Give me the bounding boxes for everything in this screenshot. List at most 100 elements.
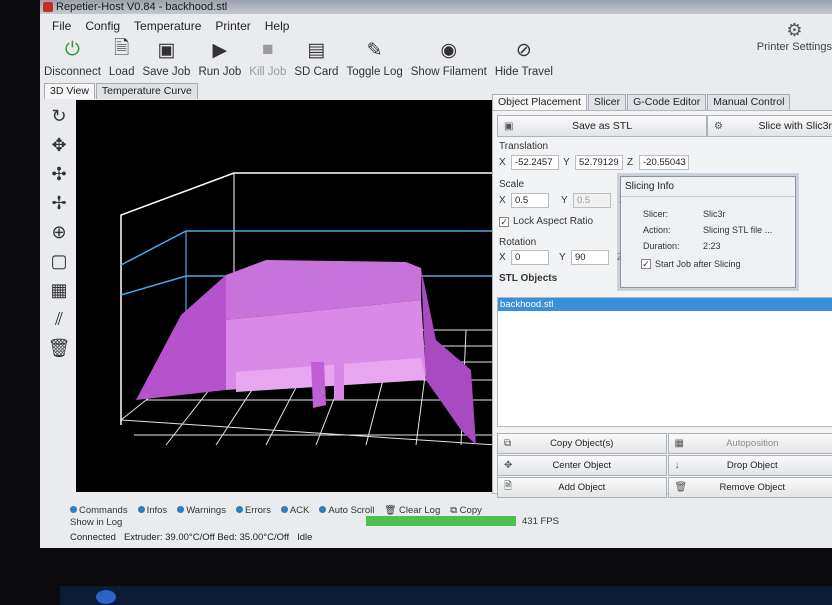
job-status: Idle — [297, 531, 313, 543]
tab-slicer[interactable]: Slicer — [587, 94, 627, 110]
rotation-label: Rotation — [499, 237, 537, 248]
sd-card-button[interactable]: ▤ SD Card — [294, 38, 338, 84]
stl-objects-list[interactable]: backhood.stl — [497, 297, 832, 427]
power-icon: ⏻ — [64, 39, 80, 60]
menu-temperature[interactable]: Temperature — [134, 16, 201, 36]
move-view-icon[interactable]: ✥ — [46, 132, 72, 158]
duration-value: 2:23 — [703, 241, 721, 251]
save-icon: ▣ — [504, 120, 514, 132]
toggle-log-button[interactable]: ✎ Toggle Log — [346, 38, 402, 84]
menu-printer[interactable]: Printer — [215, 16, 250, 36]
backhood-model — [136, 260, 476, 445]
fit-view-icon[interactable]: ▢ — [46, 248, 72, 274]
lock-aspect-label: Lock Aspect Ratio — [513, 216, 594, 227]
lock-aspect-checkbox[interactable]: ✓ — [499, 217, 509, 227]
start-button-icon[interactable] — [96, 590, 116, 604]
filter-auto-scroll[interactable]: Auto Scroll — [319, 505, 374, 516]
translation-z-field[interactable]: -20.55043 — [639, 155, 689, 170]
show-filament-button[interactable]: ◉ Show Filament — [411, 38, 487, 84]
hide-travel-button[interactable]: ⊘ Hide Travel — [495, 38, 553, 84]
toolbar: ⏻ Disconnect 🗎 Load ▣ Save Job ▶ Run Job… — [40, 38, 832, 84]
translation-x-field[interactable]: -52.2457 — [511, 155, 559, 170]
rotate-view-icon[interactable]: ✣ — [46, 161, 72, 187]
scale-y-field[interactable]: 0.5 — [573, 193, 611, 208]
menu-config[interactable]: Config — [85, 16, 120, 36]
app-icon — [43, 2, 53, 12]
scale-x-field[interactable]: 0.5 — [511, 193, 549, 208]
os-taskbar — [60, 586, 832, 605]
reset-view-icon[interactable]: ↻ — [46, 103, 72, 129]
radio-icon — [70, 506, 77, 514]
copy-log-button[interactable]: ⧉ Copy — [450, 505, 482, 516]
object-placement-panel: ▣ Save as STL ⚙ Slice with Slic3r Transl… — [492, 110, 832, 498]
radio-icon — [235, 506, 243, 514]
add-object-button[interactable]: 🗎 Add Object — [497, 477, 667, 498]
add-file-icon: 🗎 — [504, 481, 513, 492]
load-button[interactable]: 🗎 Load — [109, 38, 135, 84]
tab-gcode-editor[interactable]: G-Code Editor — [627, 94, 707, 110]
filter-ack[interactable]: ACK — [280, 505, 309, 516]
gear-icon: ⚙ — [786, 20, 803, 40]
log-filter-bar: Commands Infos Warnings Errors ACK Auto … — [40, 504, 832, 516]
copy-objects-button[interactable]: ⧉ Copy Object(s) — [497, 433, 667, 454]
tab-object-placement[interactable]: Object Placement — [492, 94, 587, 110]
play-icon: ▶ — [212, 39, 228, 61]
view-tabs: 3D View Temperature Curve — [44, 83, 199, 99]
duration-label: Duration: — [643, 241, 680, 251]
stl-objects-label: STL Objects — [499, 273, 558, 284]
tab-manual-control[interactable]: Manual Control — [707, 94, 791, 110]
rotation-y-field[interactable]: 90 — [571, 250, 609, 265]
radio-icon — [319, 506, 327, 514]
radio-icon — [137, 506, 145, 514]
slicing-info-title: Slicing Info — [621, 177, 795, 197]
copy-icon: ⧉ — [450, 504, 460, 516]
start-after-slicing-label: Start Job after Slicing — [655, 259, 741, 269]
rotation-x-field[interactable]: 0 — [511, 250, 549, 265]
status-bar: Connected Extruder: 39.00°C/Off Bed: 35.… — [70, 530, 312, 544]
sdcard-icon: ▤ — [307, 39, 326, 61]
start-after-slicing-checkbox[interactable]: ✓ — [641, 259, 651, 269]
autoposition-button[interactable]: ▦ Autoposition — [667, 433, 832, 454]
center-object-button[interactable]: ✥ Center Object — [497, 455, 667, 476]
kill-job-button[interactable]: ■ Kill Job — [249, 38, 286, 84]
slice-button-bar: ▣ Save as STL ⚙ Slice with Slic3r — [497, 115, 832, 137]
filter-warnings[interactable]: Warnings — [177, 505, 226, 516]
menu-bar: File Config Temperature Printer Help — [40, 16, 832, 36]
clear-log-button[interactable]: 🗑 Clear Log — [384, 505, 440, 516]
list-item[interactable]: backhood.stl — [498, 298, 832, 311]
eye-slash-icon: ⊘ — [515, 39, 532, 61]
drop-object-button[interactable]: ↓ Drop Object — [667, 455, 832, 476]
slicing-info-popup: Slicing Info Slicer: Slic3r Action: Slic… — [620, 176, 796, 288]
slice-with-slic3r-button[interactable]: ⚙ Slice with Slic3r — [707, 115, 832, 137]
3d-viewport[interactable] — [76, 100, 508, 492]
zoom-icon[interactable]: ⊕ — [46, 219, 72, 245]
connection-status: Connected — [70, 531, 116, 543]
filter-errors[interactable]: Errors — [235, 505, 271, 516]
view-tools: ↻ ✥ ✣ ✢ ⊕ ▢ ▦ ⫽ 🗑 — [44, 100, 74, 492]
translation-y-field[interactable]: 52.79129 — [575, 155, 623, 170]
printer-settings-button[interactable]: ⚙ Printer Settings — [757, 20, 832, 53]
object-actions: ⧉ Copy Object(s) ▦ Autoposition ✥ Center… — [497, 433, 832, 498]
filter-infos[interactable]: Infos — [137, 505, 167, 516]
radio-icon — [177, 506, 185, 514]
remove-object-button[interactable]: 🗑 Remove Object — [667, 477, 832, 498]
save-as-stl-button[interactable]: ▣ Save as STL — [497, 115, 707, 137]
copy-icon: ⧉ — [504, 438, 512, 449]
disconnect-button[interactable]: ⏻ Disconnect — [44, 38, 101, 84]
move-object-icon[interactable]: ✢ — [46, 190, 72, 216]
trash-icon[interactable]: 🗑 — [46, 335, 72, 361]
grid-icon[interactable]: ▦ — [46, 277, 72, 303]
menu-file[interactable]: File — [52, 16, 71, 36]
save-job-button[interactable]: ▣ Save Job — [142, 38, 190, 84]
grid-icon: ▦ — [674, 438, 684, 449]
slicer-value: Slic3r — [703, 209, 726, 219]
tab-3d-view[interactable]: 3D View — [44, 83, 95, 99]
filter-commands[interactable]: Commands — [70, 505, 128, 516]
tab-temperature-curve[interactable]: Temperature Curve — [95, 83, 198, 99]
parallel-view-icon[interactable]: ⫽ — [46, 306, 72, 332]
run-job-button[interactable]: ▶ Run Job — [198, 38, 241, 84]
action-label: Action: — [643, 225, 671, 235]
trash-icon: 🗑 — [674, 482, 688, 493]
radio-icon — [280, 506, 288, 514]
menu-help[interactable]: Help — [265, 16, 290, 36]
